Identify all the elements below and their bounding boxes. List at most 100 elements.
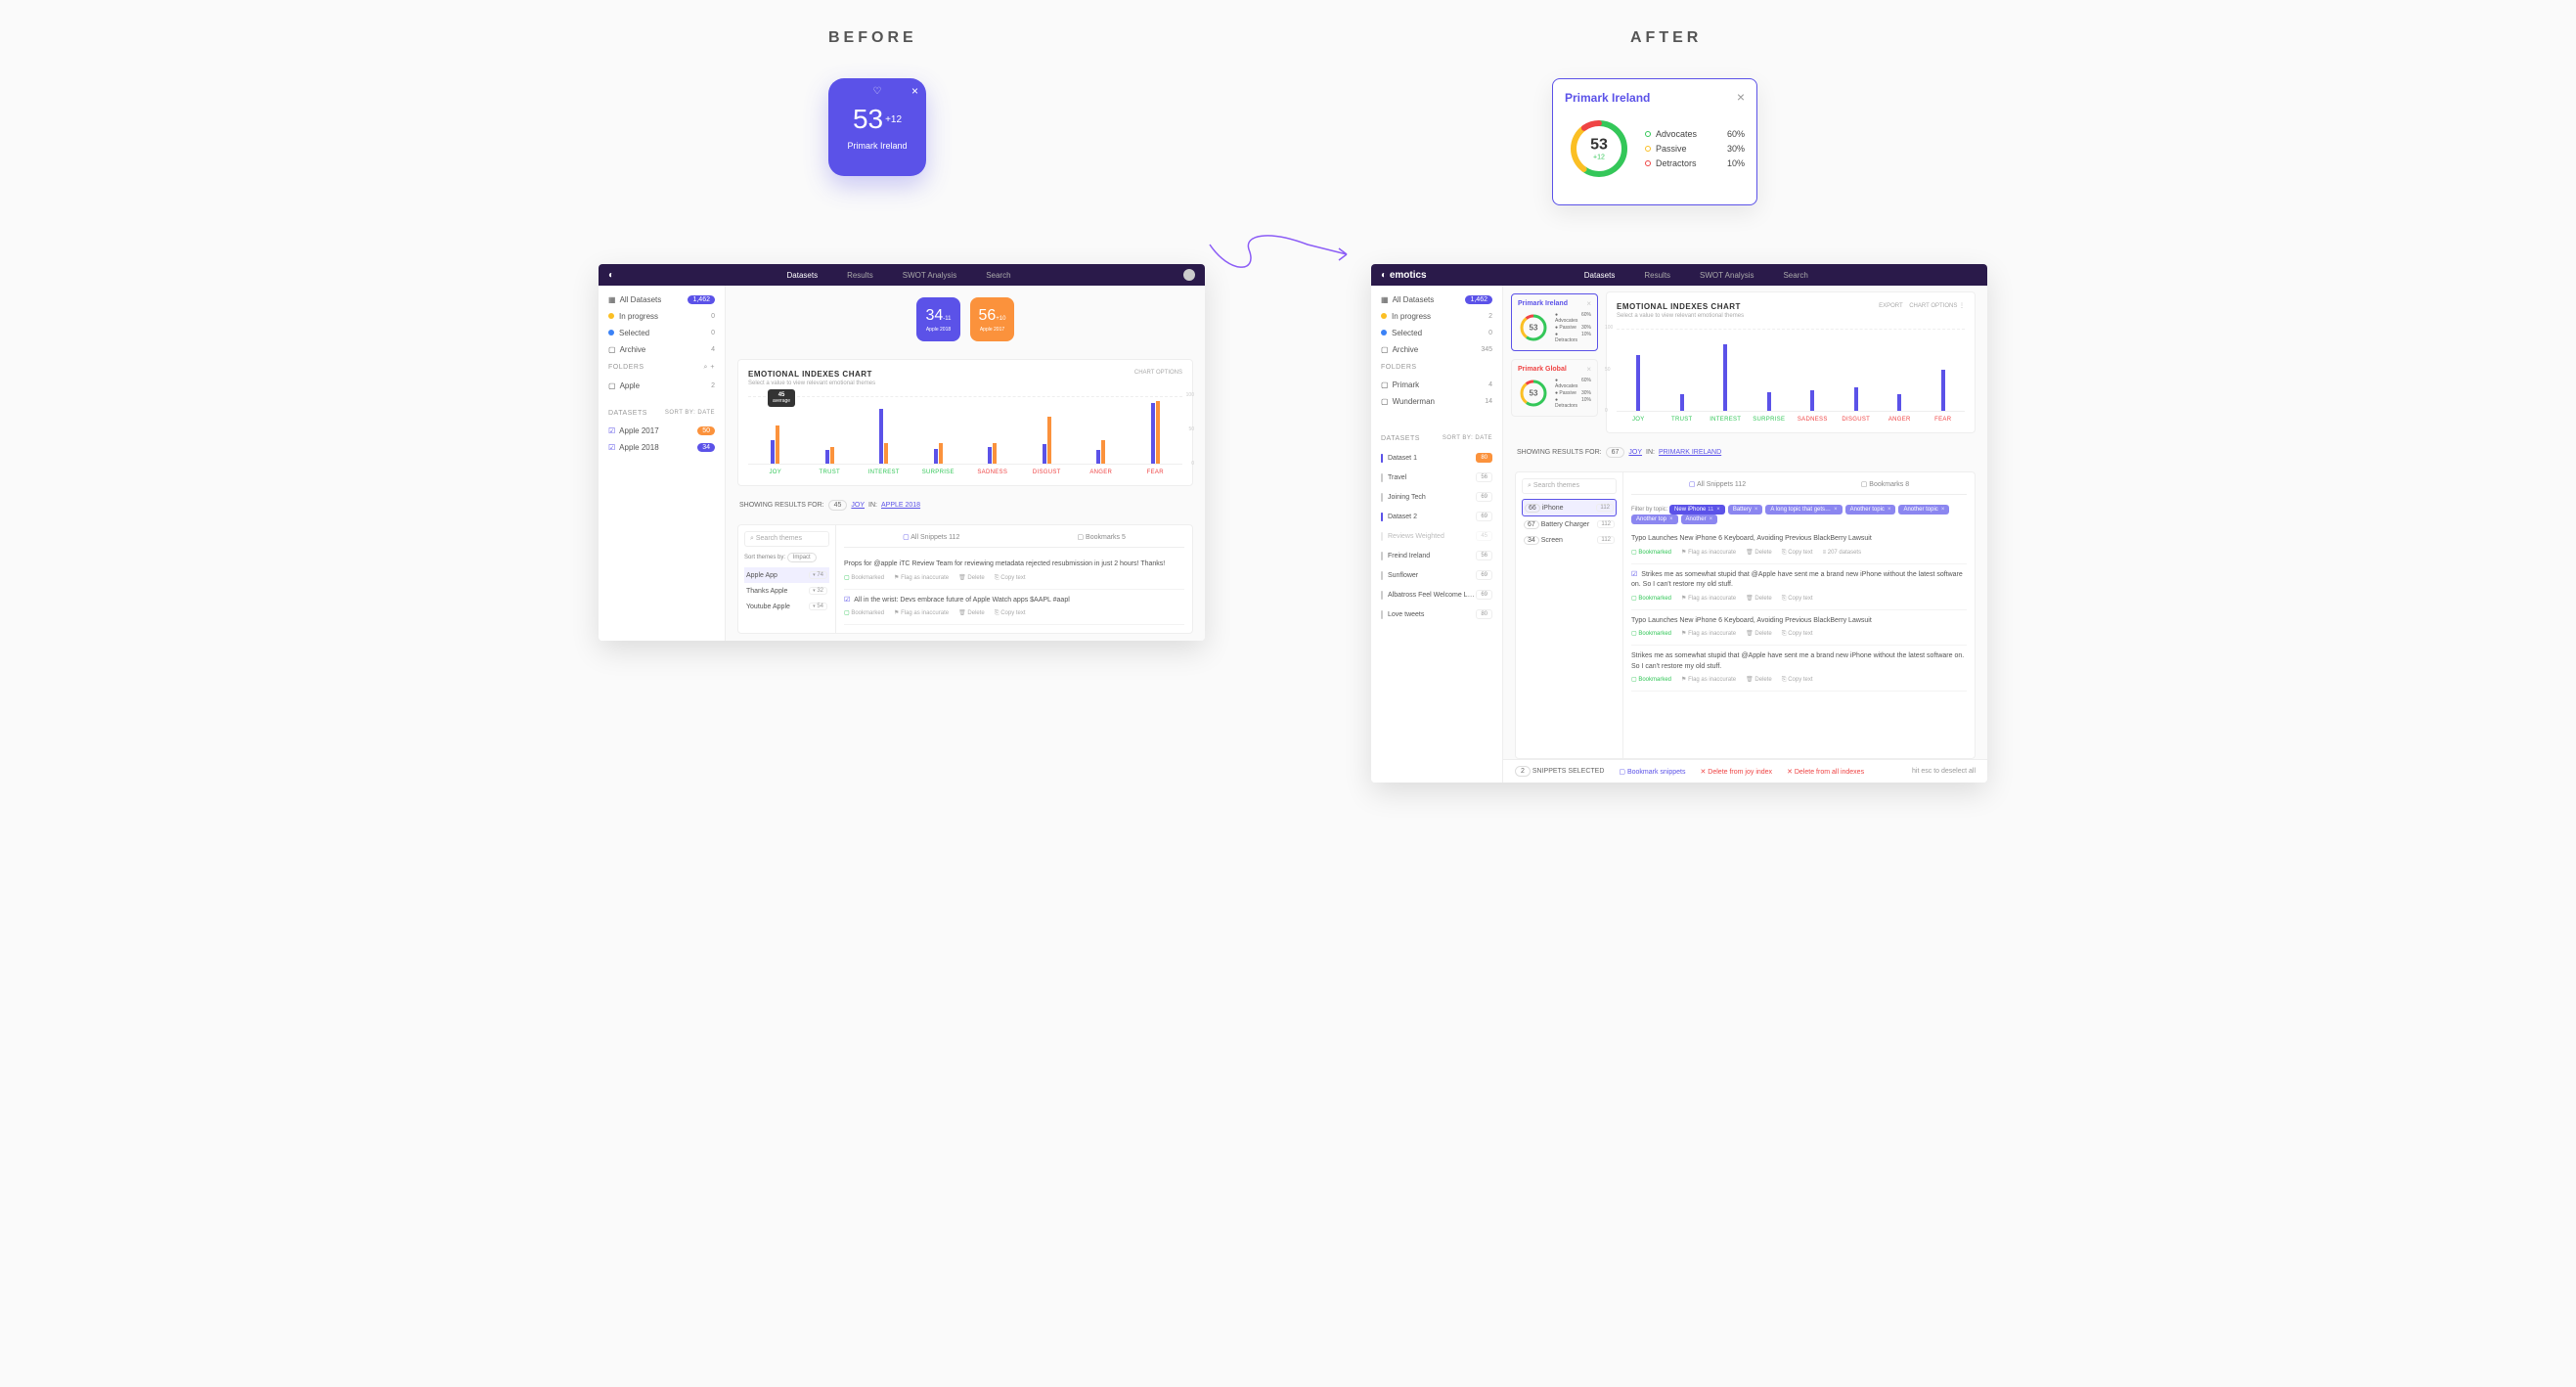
dataset-item[interactable]: Reviews Weighted45: [1371, 526, 1502, 546]
topic-chip[interactable]: Battery×: [1728, 505, 1763, 515]
nav-swot[interactable]: SWOT Analysis: [1700, 271, 1754, 280]
chart-options[interactable]: CHART OPTIONS: [1909, 303, 1957, 309]
chart-panel: EXPORT CHART OPTIONS ⋮ EMOTIONAL INDEXES…: [1606, 291, 1976, 433]
dataset-item[interactable]: ☑Apple 201834: [599, 439, 725, 456]
score-tile[interactable]: 56+10Apple 2017: [970, 297, 1014, 341]
datasets-sort[interactable]: SORT BY: DATE: [665, 410, 715, 417]
dataset-item[interactable]: ☑Apple 201750: [599, 423, 725, 439]
sidebar-status-inprogress[interactable]: In progress2: [1371, 308, 1502, 325]
folder-item[interactable]: ▢Wunderman14: [1371, 393, 1502, 410]
delete-action[interactable]: 🗑 Delete: [958, 574, 985, 583]
nav-search[interactable]: Search: [986, 271, 1010, 280]
mini-score-card[interactable]: Primark Ireland× 53 ● Advocates60%● Pass…: [1511, 293, 1598, 351]
nav-datasets[interactable]: Datasets: [1584, 271, 1616, 280]
snippet-item[interactable]: ☑All in the wrist: Devs embrace future o…: [844, 590, 1184, 626]
sidebar-status-archive[interactable]: ▢Archive345: [1371, 341, 1502, 358]
bookmark-snippets-button[interactable]: ▢ Bookmark snippets: [1619, 768, 1685, 776]
topic-chip[interactable]: Another×: [1681, 515, 1718, 524]
nav-results[interactable]: Results: [1644, 271, 1670, 280]
chart-options[interactable]: CHART OPTIONS: [1134, 370, 1182, 376]
dataset-item[interactable]: Freind Ireland56: [1371, 546, 1502, 565]
chart-subtitle: Select a value to view relevant emotiona…: [748, 380, 1182, 386]
snippets-panel: ⌕ Search themes 66 iPhone112 67 Battery …: [1515, 471, 1976, 759]
snippet-item[interactable]: Strikes me as somewhat stupid that @Appl…: [1631, 646, 1967, 692]
main-content: Primark Ireland× 53 ● Advocates60%● Pass…: [1503, 286, 1987, 783]
results-bar: SHOWING RESULTS FOR: 67 JOY IN: PRIMARK …: [1503, 439, 1987, 466]
snippet-item[interactable]: Typo Launches New iPhone 6 Keyboard, Avo…: [1631, 610, 1967, 647]
copy-action[interactable]: ⎘ Copy text: [995, 574, 1026, 583]
close-icon[interactable]: ×: [1586, 365, 1591, 374]
arrow-icon: [1200, 225, 1356, 284]
tab-all-snippets[interactable]: ▢ All Snippets 112: [903, 533, 959, 541]
nav-search[interactable]: Search: [1783, 271, 1807, 280]
dataset-item[interactable]: Love tweets80: [1371, 604, 1502, 624]
metric-link[interactable]: JOY: [851, 502, 865, 509]
dataset-link[interactable]: PRIMARK IRELAND: [1659, 449, 1721, 456]
dataset-item[interactable]: Joining Tech69: [1371, 487, 1502, 507]
snippets-panel: ⌕ Search themes Sort themes by: Impact A…: [737, 524, 1193, 634]
dataset-item[interactable]: Travel56: [1371, 468, 1502, 487]
topic-chip[interactable]: A long topic that gets…×: [1765, 505, 1842, 515]
before-dashboard: ◐ Datasets Results SWOT Analysis Search …: [599, 264, 1205, 641]
theme-item[interactable]: Thanks Apple▾ 32: [744, 583, 829, 599]
bookmark-action[interactable]: ▢ Bookmarked: [844, 574, 884, 583]
metric-link[interactable]: JOY: [1628, 449, 1642, 456]
dataset-link[interactable]: APPLE 2018: [881, 502, 920, 509]
nav-datasets[interactable]: Datasets: [787, 271, 819, 280]
avatar[interactable]: [1183, 269, 1195, 281]
emotional-chart[interactable]: 45 average 100 50 0: [748, 396, 1182, 465]
tab-bookmarks[interactable]: ▢ Bookmarks 8: [1861, 480, 1909, 488]
score-tile[interactable]: 34-11Apple 2018: [916, 297, 960, 341]
theme-item[interactable]: 67 Battery Charger112: [1522, 516, 1617, 532]
mini-score-card[interactable]: Primark Global× 53 ● Advocates60%● Passi…: [1511, 359, 1598, 417]
sidebar-status-selected[interactable]: Selected0: [1371, 325, 1502, 341]
sort-select[interactable]: Impact: [787, 553, 817, 562]
topic-chip[interactable]: Another top×: [1631, 515, 1678, 524]
topic-chip[interactable]: New iPhone 11×: [1669, 505, 1725, 515]
sidebar-all-datasets[interactable]: ▦All Datasets1,462: [1371, 291, 1502, 308]
tab-all-snippets[interactable]: ▢ All Snippets 112: [1689, 480, 1746, 488]
topic-chip[interactable]: Another topic×: [1898, 505, 1949, 515]
donut-score: 53: [1590, 137, 1608, 155]
emotional-chart[interactable]: 100 50 0: [1617, 329, 1965, 412]
folder-item[interactable]: ▢Primark4: [1371, 377, 1502, 393]
dataset-item[interactable]: Dataset 180: [1371, 448, 1502, 468]
theme-item[interactable]: 66 iPhone112: [1522, 499, 1617, 516]
datasets-sort[interactable]: SORT BY: DATE: [1443, 435, 1492, 442]
close-icon[interactable]: ×: [911, 84, 918, 98]
nav-results[interactable]: Results: [847, 271, 873, 280]
sidebar-status-archive[interactable]: ▢Archive4: [599, 341, 725, 358]
search-themes-input[interactable]: ⌕ Search themes: [744, 531, 829, 547]
delete-from-index-button[interactable]: ✕ Delete from joy index: [1700, 768, 1772, 776]
tab-bookmarks[interactable]: ▢ Bookmarks 5: [1077, 533, 1125, 541]
folder-actions[interactable]: ⌕ +: [704, 364, 715, 372]
datasets-header: DATASETSSORT BY: DATE: [1371, 429, 1502, 448]
search-themes-input[interactable]: ⌕ Search themes: [1522, 478, 1617, 494]
theme-item[interactable]: Apple App▾ 74: [744, 567, 829, 583]
snippet-item[interactable]: Props for @apple iTC Review Team for rev…: [844, 554, 1184, 590]
folder-item[interactable]: ▢Apple2: [599, 378, 725, 394]
after-heading: AFTER: [1630, 29, 1702, 47]
sidebar-status-inprogress[interactable]: In progress0: [599, 308, 725, 325]
theme-item[interactable]: 34 Screen112: [1522, 532, 1617, 548]
delete-from-all-button[interactable]: ✕ Delete from all indexes: [1787, 768, 1864, 776]
export-button[interactable]: EXPORT: [1879, 303, 1902, 309]
close-icon[interactable]: ×: [1586, 299, 1591, 308]
dataset-item[interactable]: Sunflower69: [1371, 565, 1502, 585]
theme-item[interactable]: Youtube Apple▾ 54: [744, 599, 829, 614]
dataset-item[interactable]: Albatross Feel Welcome L…69: [1371, 585, 1502, 604]
snippet-item[interactable]: Typo Launches New iPhone 6 Keyboard, Avo…: [1631, 528, 1967, 564]
dataset-item[interactable]: Dataset 269: [1371, 507, 1502, 526]
topic-chip[interactable]: Another topic×: [1845, 505, 1896, 515]
flag-action[interactable]: ⚑ Flag as inaccurate: [894, 574, 949, 583]
close-icon[interactable]: ×: [1737, 89, 1745, 105]
sidebar-status-selected[interactable]: Selected0: [599, 325, 725, 341]
logo: ◐: [608, 270, 614, 281]
score-card-label: Primark Ireland: [847, 141, 907, 151]
snippet-item[interactable]: ☑Strikes me as somewhat stupid that @App…: [1631, 564, 1967, 610]
datasets-link[interactable]: ≡ 207 datasets: [1823, 549, 1862, 558]
chart-title: EMOTIONAL INDEXES CHART: [748, 370, 1182, 379]
nav-swot[interactable]: SWOT Analysis: [903, 271, 956, 280]
folders-header: FOLDERS: [1381, 364, 1417, 371]
sidebar-all-datasets[interactable]: ▦All Datasets 1,462: [599, 291, 725, 308]
